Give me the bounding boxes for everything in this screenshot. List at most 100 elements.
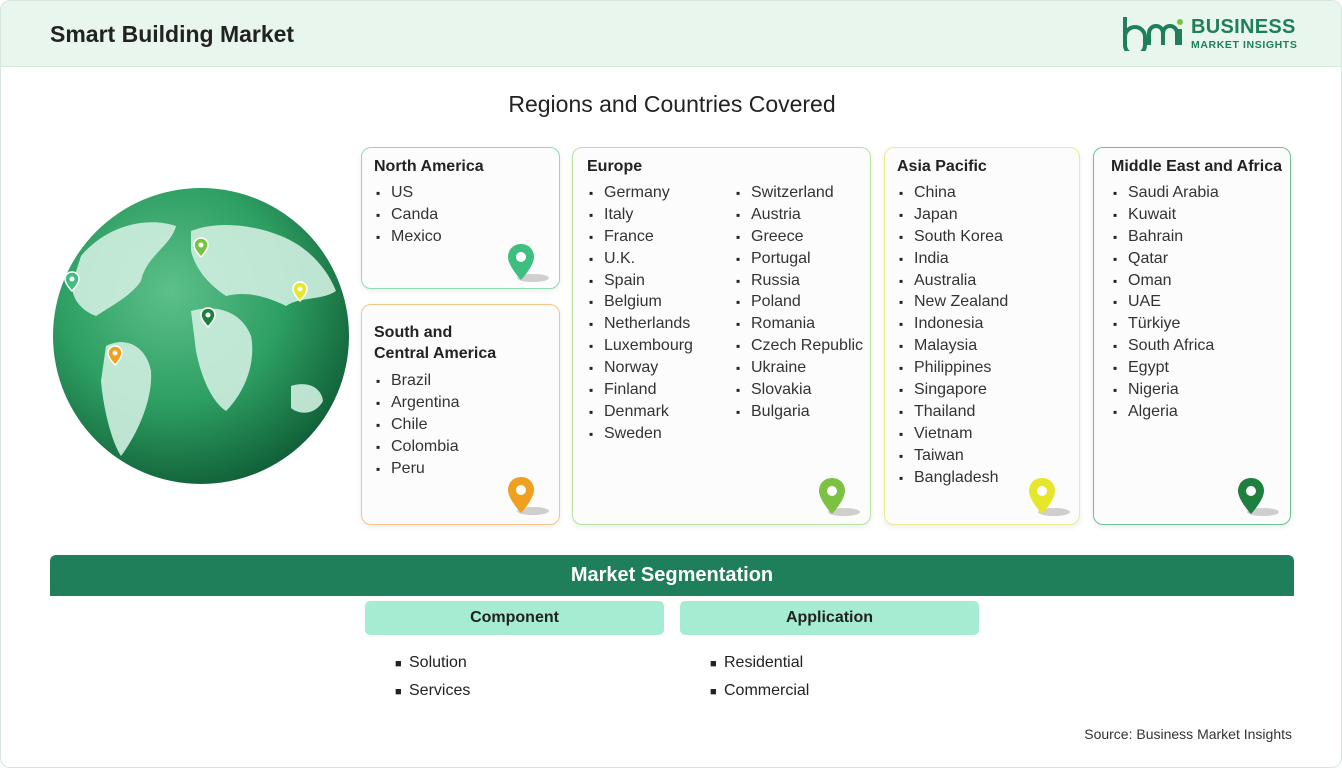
country-item: Canda: [376, 204, 442, 226]
country-item: Oman: [1113, 270, 1219, 292]
segment-header-component: Component: [365, 601, 664, 635]
country-item: New Zealand: [899, 291, 1008, 313]
country-item: Saudi Arabia: [1113, 182, 1219, 204]
page-title: Smart Building Market: [50, 21, 295, 47]
regions-title: Regions and Countries Covered: [508, 91, 836, 117]
country-item: Argentina: [376, 392, 460, 414]
country-item: Switzerland: [736, 182, 863, 204]
country-item: Austria: [736, 204, 863, 226]
country-item: France: [589, 226, 693, 248]
country-item: Luxembourg: [589, 335, 693, 357]
country-item: Algeria: [1113, 401, 1219, 423]
country-item: Czech Republic: [736, 335, 863, 357]
segment-item: Services: [395, 679, 470, 707]
country-item: Slovakia: [736, 379, 863, 401]
country-item: Denmark: [589, 401, 693, 423]
segment-list-component: Solution Services: [395, 651, 470, 707]
country-item: Bulgaria: [736, 401, 863, 423]
country-item: Brazil: [376, 370, 460, 392]
region-card-asia-pacific: Asia Pacific China Japan South Korea Ind…: [884, 147, 1080, 525]
country-list: China Japan South Korea India Australia …: [899, 182, 1008, 488]
country-item: U.K.: [589, 248, 693, 270]
segment-item: Residential: [710, 651, 809, 679]
country-list: Saudi Arabia Kuwait Bahrain Qatar Oman U…: [1113, 182, 1219, 423]
region-card-middle-east-africa: Middle East and Africa Saudi Arabia Kuwa…: [1093, 147, 1291, 525]
country-list-col2: Switzerland Austria Greece Portugal Russ…: [736, 182, 863, 423]
country-item: Philippines: [899, 357, 1008, 379]
logo-text-business: BUSINESS: [1191, 16, 1296, 38]
location-pin-icon: [1238, 478, 1279, 516]
country-item: Russia: [736, 270, 863, 292]
region-card-europe: Europe Germany Italy France U.K. Spain B…: [572, 147, 871, 525]
country-item: Indonesia: [899, 313, 1008, 335]
country-item: South Africa: [1113, 335, 1219, 357]
segmentation-title: Market Segmentation: [570, 564, 774, 586]
country-item: Taiwan: [899, 445, 1008, 467]
segment-item: Solution: [395, 651, 470, 679]
country-item: Spain: [589, 270, 693, 292]
segment-header-application: Application: [680, 601, 979, 635]
brand-logo: BUSINESS MARKET INSIGHTS: [1121, 15, 1301, 55]
country-item: Malaysia: [899, 335, 1008, 357]
region-title: Middle East and Africa: [1111, 158, 1282, 175]
country-item: Bangladesh: [899, 467, 1008, 489]
country-item: Chile: [376, 414, 460, 436]
country-item: Mexico: [376, 226, 442, 248]
country-item: Qatar: [1113, 248, 1219, 270]
segment-item: Commercial: [710, 679, 809, 707]
globe-illustration: [51, 186, 351, 486]
country-item: Egypt: [1113, 357, 1219, 379]
country-item: Portugal: [736, 248, 863, 270]
region-title: North America: [374, 158, 484, 175]
region-title-line1: South and: [374, 324, 453, 341]
country-item: Norway: [589, 357, 693, 379]
country-item: Poland: [736, 291, 863, 313]
country-item: Bahrain: [1113, 226, 1219, 248]
country-item: Vietnam: [899, 423, 1008, 445]
source-note: Source: Business Market Insights: [1084, 726, 1292, 742]
country-item: Türkiye: [1113, 313, 1219, 335]
segmentation-banner: Market Segmentation: [50, 555, 1294, 596]
country-item: Nigeria: [1113, 379, 1219, 401]
country-item: Kuwait: [1113, 204, 1219, 226]
country-item: Germany: [589, 182, 693, 204]
country-item: India: [899, 248, 1008, 270]
country-item: Romania: [736, 313, 863, 335]
country-item: Colombia: [376, 436, 460, 458]
country-list: Brazil Argentina Chile Colombia Peru: [376, 370, 460, 479]
country-item: Ukraine: [736, 357, 863, 379]
country-item: Peru: [376, 458, 460, 480]
country-item: Belgium: [589, 291, 693, 313]
country-list-col1: Germany Italy France U.K. Spain Belgium …: [589, 182, 693, 445]
logo-text-insights: MARKET INSIGHTS: [1191, 39, 1298, 51]
country-item: Singapore: [899, 379, 1008, 401]
segment-list-application: Residential Commercial: [710, 651, 809, 707]
region-title: Europe: [587, 158, 643, 175]
country-item: US: [376, 182, 442, 204]
bmi-logo-icon: [1123, 17, 1183, 51]
region-title-line2: Central America: [374, 345, 497, 362]
country-item: UAE: [1113, 291, 1219, 313]
infographic-frame: Smart Building Market BUSINESS MARKET IN…: [0, 0, 1342, 768]
country-item: Australia: [899, 270, 1008, 292]
country-item: Greece: [736, 226, 863, 248]
country-item: Italy: [589, 204, 693, 226]
globe-icon: [53, 188, 349, 484]
region-card-north-america: North America US Canda Mexico: [361, 147, 560, 289]
country-item: South Korea: [899, 226, 1008, 248]
location-pin-icon: [508, 244, 549, 282]
header-bar: Smart Building Market BUSINESS MARKET IN…: [1, 1, 1341, 67]
country-item: China: [899, 182, 1008, 204]
country-item: Netherlands: [589, 313, 693, 335]
country-item: Japan: [899, 204, 1008, 226]
country-item: Sweden: [589, 423, 693, 445]
region-title: South and Central America: [374, 322, 496, 364]
country-list: US Canda Mexico: [376, 182, 442, 248]
region-card-south-central-america: South and Central America Brazil Argenti…: [361, 304, 560, 525]
location-pin-icon: [508, 477, 549, 515]
country-item: Thailand: [899, 401, 1008, 423]
country-item: Finland: [589, 379, 693, 401]
location-pin-icon: [819, 478, 860, 516]
region-title: Asia Pacific: [897, 158, 987, 175]
location-pin-icon: [1029, 478, 1070, 516]
